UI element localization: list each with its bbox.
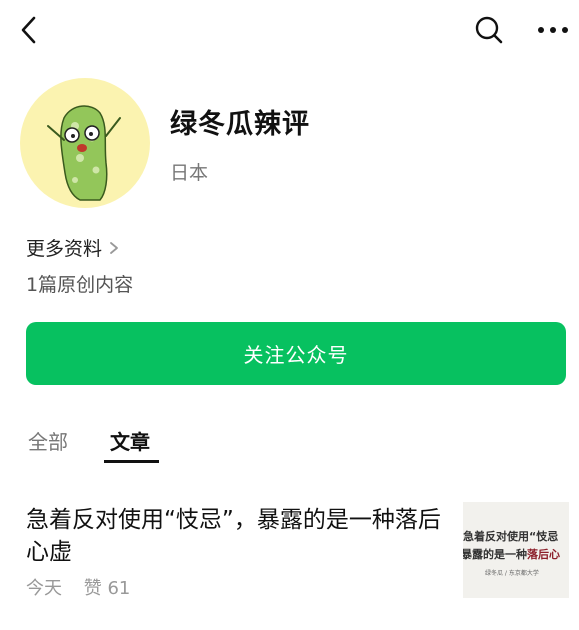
article-title: 急着反对使用“忮忌”，暴露的是一种落后心虚	[26, 507, 441, 565]
article-date: 今天	[26, 578, 62, 599]
follow-button[interactable]: 关注公众号	[26, 322, 566, 385]
more-button[interactable]	[533, 14, 573, 46]
tab-articles[interactable]: 文章	[110, 426, 150, 455]
article-likes: 赞 61	[83, 578, 131, 599]
avatar-illustration	[47, 105, 121, 201]
account-name: 绿冬瓜辣评	[170, 109, 310, 140]
thumbnail-line1: 急着反对使用“忮忌	[463, 530, 559, 543]
thumbnail-line2: 暴露的是一种落后心	[463, 546, 560, 562]
back-icon	[21, 16, 36, 44]
more-info-label: 更多资料	[26, 238, 103, 260]
thumbnail-line2-highlight: 落后心	[527, 548, 560, 561]
search-icon	[475, 16, 503, 44]
account-region: 日本	[170, 162, 209, 184]
avatar[interactable]	[20, 78, 150, 208]
list-item[interactable]: 急着反对使用“忮忌”，暴露的是一种落后心虚 今天 赞 61 急着反对使用“忮忌 …	[0, 490, 579, 610]
active-tab-indicator	[104, 460, 159, 463]
more-icon	[538, 27, 568, 33]
tab-all[interactable]: 全部	[28, 426, 68, 455]
thumbnail-footer: 绿冬瓜 / 东京都大学	[485, 570, 539, 577]
search-button[interactable]	[472, 12, 506, 48]
article-thumbnail: 急着反对使用“忮忌 暴露的是一种落后心 绿冬瓜 / 东京都大学	[463, 502, 569, 598]
article-meta: 今天 赞 61	[26, 574, 130, 600]
chevron-right-icon	[110, 241, 118, 254]
thumbnail-line2-a: 暴露的是一种	[463, 548, 527, 561]
original-count: 1篇原创内容	[26, 274, 134, 296]
more-info-link[interactable]: 更多资料	[26, 234, 120, 261]
back-button[interactable]	[14, 12, 48, 48]
